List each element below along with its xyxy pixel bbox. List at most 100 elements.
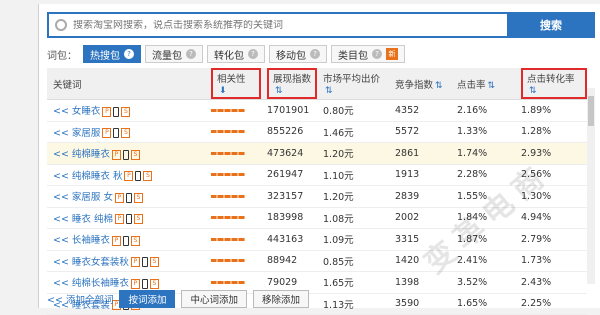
mobile-icon [122,149,129,160]
tab-traffic[interactable]: 流量包 ? [145,45,203,63]
ctr-cell: 1.65% [451,293,515,315]
mobile-icon [141,257,148,268]
tab-mobile[interactable]: 移动包 ? [269,45,327,63]
remove-add-button[interactable]: 移除添加 [252,290,309,308]
col-conversion[interactable]: 点击转化率⇅ [515,68,587,100]
conversion-cell: 2.25% [515,293,587,315]
impression-cell: 88942 [261,250,317,272]
relevance-bar [211,280,245,284]
keyword-text[interactable]: 睡衣女套装秋 [72,257,129,268]
add-all-link[interactable]: << 添加全部词 [47,292,113,306]
search-icon: S [133,214,143,225]
keyword-cell: << 家居服 女PS [47,185,205,208]
add-center-word-button[interactable]: 中心词添加 [181,290,247,308]
keyword-text[interactable]: 家居服 [72,128,101,139]
table-row[interactable]: << 纯棉睡衣 P S 473624 1.20元 2861 1.74% 2.93% [47,142,587,165]
add-arrow-icon[interactable]: << [53,192,69,203]
tab-category[interactable]: 类目包 ? 新 [331,45,405,63]
mobile-icon [125,214,132,225]
word-pack-tabs: 词包： 热搜包 ? 流量包 ? 转化包 ? 移动包 ? 类目包 ? 新 [47,44,405,64]
col-impression[interactable]: 展现指数⇅ [261,68,317,100]
relevance-bar [211,216,245,220]
pc-icon: P [102,128,112,139]
col-label: 点击率 [457,79,486,91]
relevance-cell [205,228,261,251]
table-row[interactable]: << 长袖睡衣 P S 443163 1.09元 3315 1.87% 2.79% [47,228,587,251]
add-arrow-icon[interactable]: << [53,214,69,225]
col-market-bid[interactable]: 市场平均出价⇅ [317,68,389,100]
ctr-cell: 1.33% [451,121,515,143]
mobile-icon [135,171,142,182]
tab-label: 转化包 [214,50,244,62]
add-arrow-icon[interactable]: << [53,128,69,139]
bid-cell: 1.20元 [317,185,389,208]
help-icon[interactable]: ? [124,49,134,59]
keyword-cell: << 家居服 P S [47,121,205,143]
impression-cell: 473624 [261,142,317,165]
impression-cell: 323157 [261,185,317,208]
keyword-cell: << 睡衣 纯棉 P S [47,207,205,229]
table-row[interactable]: << 女睡衣 P S 1701901 0.80元 4352 2.16% 1.89% [47,99,587,122]
scrollbar[interactable] [587,88,595,284]
tab-label: 流量包 [152,50,182,62]
search-icon: S [121,106,131,117]
conversion-cell: 1.89% [515,99,587,122]
bid-cell: 1.13元 [317,293,389,315]
scrollbar-thumb[interactable] [588,96,594,126]
help-icon[interactable]: ? [248,49,258,59]
pc-icon: P [114,214,124,225]
help-icon[interactable]: ? [310,49,320,59]
sort-icon[interactable]: ⇅ [325,86,333,96]
sort-down-icon[interactable]: ⬇ [219,86,227,96]
keyword-text[interactable]: 家居服 女 [72,192,113,203]
search-icon: S [130,235,140,246]
table-row[interactable]: << 家居服 P S 855226 1.46元 5572 1.33% 1.28% [47,121,587,143]
tab-hot-search[interactable]: 热搜包 ? [83,45,141,63]
add-arrow-icon[interactable]: << [53,257,69,268]
table-row[interactable]: << 睡衣女套装秋 P S 88942 0.85元 1420 2.41% 1.73% [47,250,587,272]
sort-icon[interactable]: ⇅ [275,86,283,96]
col-relevance[interactable]: 相关性⬇ [205,68,261,100]
relevance-bar [211,130,245,134]
add-arrow-icon[interactable]: << [53,106,69,117]
bid-cell: 1.08元 [317,207,389,229]
sort-icon[interactable]: ⇅ [488,81,496,91]
add-arrow-icon[interactable]: << [53,171,69,182]
mobile-icon [122,235,129,246]
impression-cell: 855226 [261,121,317,143]
mobile-icon [113,106,120,117]
bid-cell: 1.10元 [317,164,389,186]
help-icon[interactable]: ? [186,49,196,59]
add-arrow-icon[interactable]: << [53,149,69,160]
tab-label: 移动包 [276,50,306,62]
col-ctr[interactable]: 点击率 ⇅ [451,68,515,100]
relevance-bar [211,237,245,241]
col-competition[interactable]: 竞争指数 ⇅ [389,68,451,100]
keyword-text[interactable]: 睡衣 纯棉 [72,214,113,225]
pc-icon: P [111,149,121,160]
keyword-text[interactable]: 长袖睡衣 [72,235,110,246]
keyword-text[interactable]: 女睡衣 [72,106,101,117]
sort-icon[interactable]: ⇅ [529,86,537,96]
mobile-icon [125,192,132,203]
bid-cell: 1.20元 [317,142,389,165]
pc-icon: P [111,235,121,246]
add-by-word-button[interactable]: 按词添加 [119,290,176,308]
competition-cell: 4352 [389,99,451,122]
search-button[interactable]: 搜索 [507,12,595,38]
add-arrow-icon[interactable]: << [53,235,69,246]
tab-conversion[interactable]: 转化包 ? [207,45,265,63]
competition-cell: 3590 [389,293,451,315]
sort-icon[interactable]: ⇅ [435,81,443,91]
keyword-text[interactable]: 纯棉长袖睡衣 [72,278,129,289]
col-label: 展现指数 [273,74,312,85]
conversion-cell: 2.43% [515,271,587,294]
keyword-text[interactable]: 纯棉睡衣 [72,149,110,160]
search-input[interactable] [73,19,507,31]
keyword-text[interactable]: 纯棉睡衣 秋 [72,171,123,182]
relevance-bar [211,108,245,112]
col-keyword: 关键词 [47,68,205,100]
competition-cell: 2839 [389,185,451,208]
help-icon[interactable]: ? [372,49,382,59]
add-arrow-icon[interactable]: << [53,278,69,289]
